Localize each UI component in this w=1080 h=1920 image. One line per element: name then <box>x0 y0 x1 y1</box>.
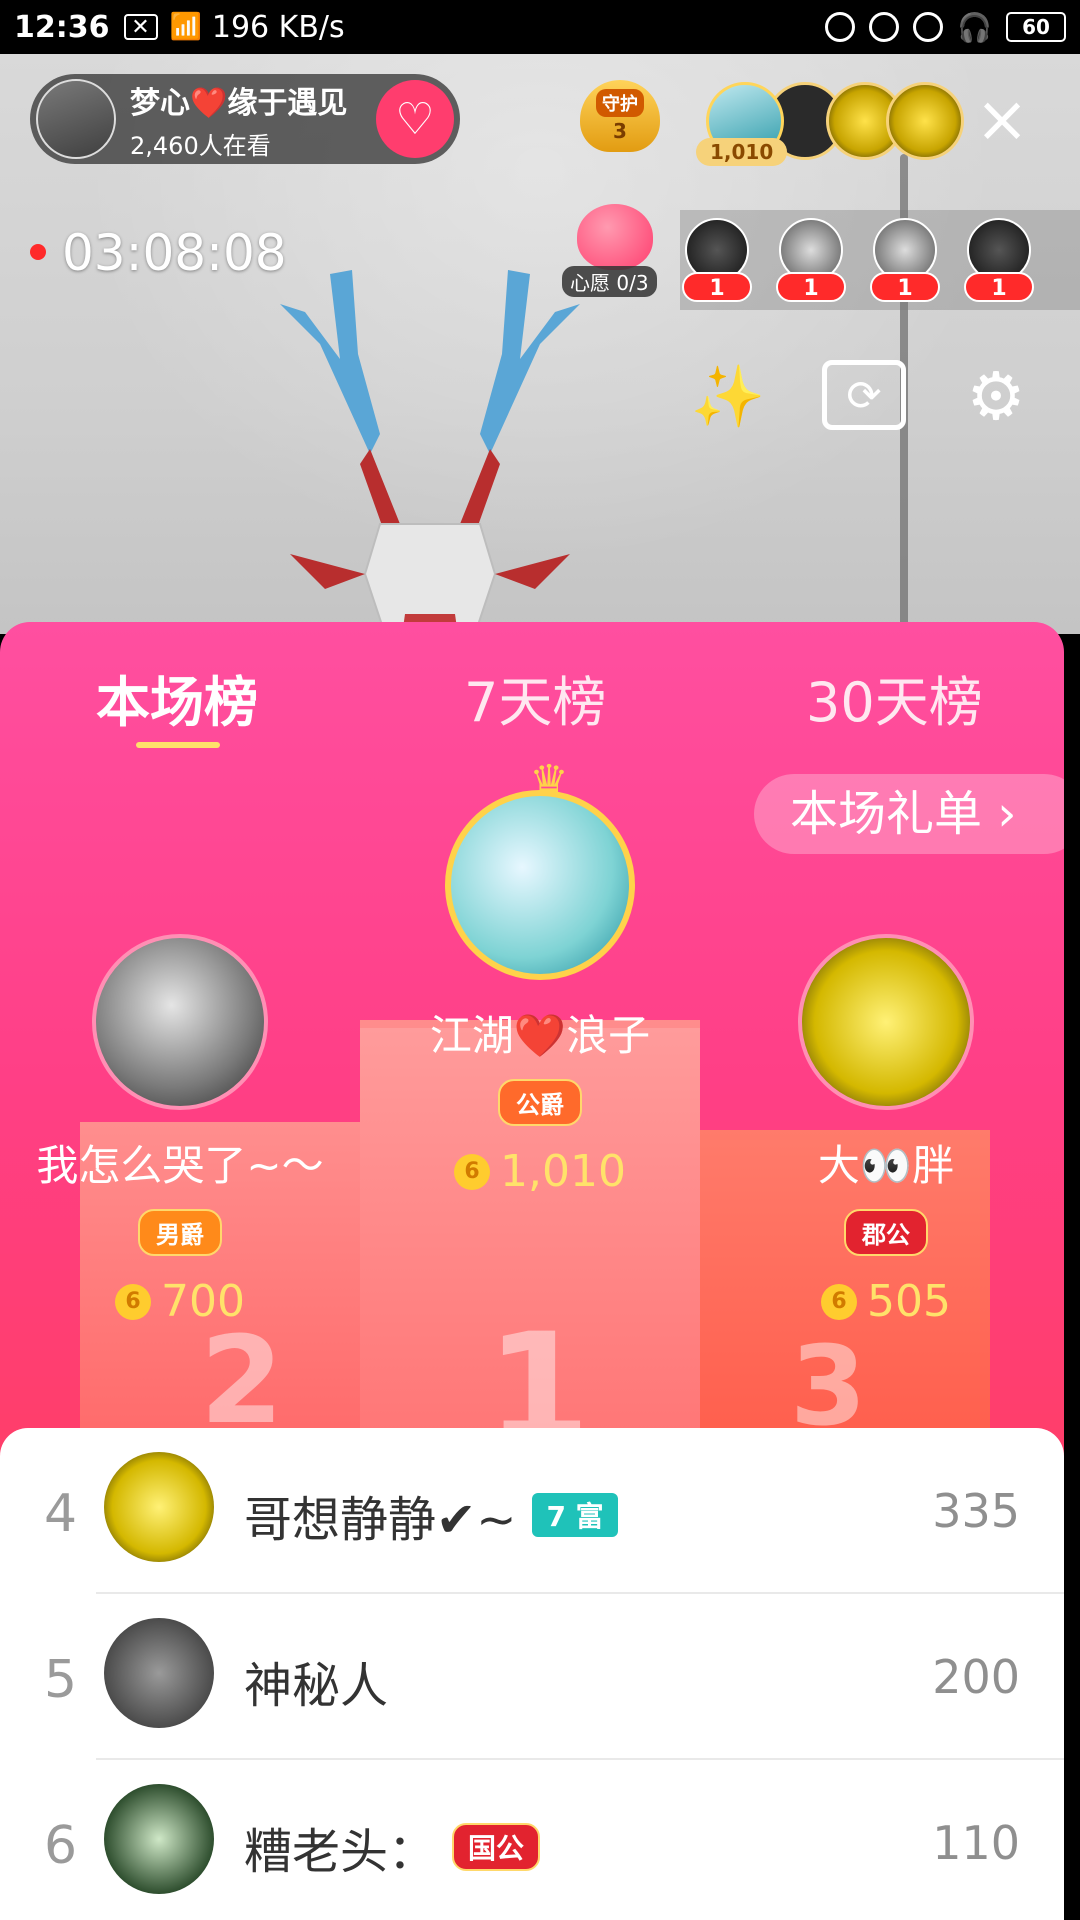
list-name: 神秘人 <box>244 1658 389 1714</box>
winner-second-name: 我怎么哭了~〜 <box>36 1141 324 1190</box>
crown-icon: ♛ <box>529 756 569 807</box>
list-avatar[interactable] <box>104 1784 214 1894</box>
tab-this-session[interactable]: 本场榜 <box>96 658 258 737</box>
viewer-1-count: 1,010 <box>696 138 788 166</box>
list-item[interactable]: 4 哥想静静✔~ 7 富 335 <box>0 1428 1064 1594</box>
deer-sculpture-image <box>280 270 580 634</box>
mute-bell-icon <box>825 12 856 42</box>
top-viewer-avatars[interactable]: 1,010 <box>696 82 964 166</box>
winner-first-name: 江湖❤️浪子 <box>429 1011 651 1060</box>
list-name-wrap: 糟老头： 国公 <box>244 1812 541 1882</box>
active-tab-underline <box>136 742 220 748</box>
list-score: 335 <box>932 1484 1020 1538</box>
winner-second[interactable]: 我怎么哭了~〜 男爵 6 700 <box>10 934 350 1327</box>
host-info-pill[interactable]: 梦心❤️缘于遇见 2,460人在看 ♡ <box>30 74 460 164</box>
host-viewer-count: 2,460人在看 <box>130 131 271 160</box>
network-speed: 196 KB/s <box>211 9 345 45</box>
list-rank: 4 <box>44 1484 78 1544</box>
guest-count: 1 <box>682 272 752 302</box>
winner-third-coin-value: 505 <box>867 1276 951 1327</box>
guest-strip: 1 1 1 1 <box>680 210 1080 310</box>
gift-list-button[interactable]: 本场礼单 › <box>754 774 1064 854</box>
winner-second-avatar[interactable] <box>92 934 268 1110</box>
list-name-wrap: 哥想静静✔~ 7 富 <box>244 1480 618 1550</box>
lock-rotation-icon <box>869 12 900 42</box>
list-rank: 5 <box>44 1650 78 1710</box>
winner-first-badge: 公爵 <box>498 1079 582 1126</box>
winner-first-coin-value: 1,010 <box>500 1146 626 1197</box>
coin-icon: 6 <box>821 1283 857 1320</box>
close-icon[interactable]: × <box>972 88 1032 152</box>
guard-shield-icon: 守护 3 <box>580 80 660 152</box>
winner-third-avatar[interactable] <box>798 934 974 1110</box>
winner-third-name: 大👀胖 <box>817 1141 955 1190</box>
list-score: 200 <box>932 1650 1020 1704</box>
list-rank: 6 <box>44 1816 78 1876</box>
host-info: 梦心❤️缘于遇见 2,460人在看 <box>130 78 347 161</box>
winner-third-coins: 6 505 <box>736 1276 1036 1327</box>
list-avatar[interactable] <box>104 1618 214 1728</box>
camera-preview: 梦心❤️缘于遇见 2,460人在看 ♡ 守护 3 1,010 × 03:08:0… <box>0 54 1080 634</box>
list-score: 110 <box>932 1816 1020 1870</box>
status-bar: 12:36 ✕ 📶 196 KB/s 🎧 60 <box>0 0 1080 54</box>
list-name: 哥想静静✔~ <box>244 1492 517 1548</box>
wish-label: 心愿 0/3 <box>562 266 657 297</box>
guest-4[interactable]: 1 <box>964 218 1034 302</box>
guard-badge[interactable]: 守护 3 <box>572 80 668 166</box>
beauty-magic-wand-icon[interactable]: ✨ <box>688 356 768 436</box>
coin-icon: 6 <box>454 1153 491 1190</box>
headphones-icon: 🎧 <box>957 10 992 44</box>
guest-count: 1 <box>870 272 940 302</box>
follow-heart-button[interactable]: ♡ <box>376 80 454 158</box>
alarm-icon <box>913 12 944 42</box>
winner-first[interactable]: ♛ 江湖❤️浪子 公爵 6 1,010 <box>390 760 690 1198</box>
guest-2[interactable]: 1 <box>776 218 846 302</box>
ranking-list: 4 哥想静静✔~ 7 富 335 5 神秘人 200 6 糟老头： 国公 110 <box>0 1428 1064 1920</box>
live-dot-icon <box>30 244 46 260</box>
list-item[interactable]: 5 神秘人 200 <box>0 1594 1064 1760</box>
winner-third[interactable]: 大👀胖 郡公 6 505 <box>736 934 1036 1327</box>
list-name: 糟老头： <box>244 1824 437 1880</box>
tab-30-days[interactable]: 30天榜 <box>806 658 983 737</box>
host-avatar[interactable] <box>36 79 116 159</box>
coin-icon: 6 <box>115 1283 151 1320</box>
host-name: 梦心❤️缘于遇见 <box>130 85 348 121</box>
guard-count: 3 <box>613 119 627 143</box>
rich-level-badge: 7 富 <box>532 1493 618 1537</box>
settings-gear-icon[interactable]: ⚙ <box>956 356 1036 436</box>
tab-7-days[interactable]: 7天榜 <box>464 658 606 737</box>
winner-first-avatar[interactable] <box>445 790 635 980</box>
ranking-tabs: 本场榜 7天榜 30天榜 <box>0 642 1064 752</box>
guest-3[interactable]: 1 <box>870 218 940 302</box>
winner-second-coin-value: 700 <box>161 1276 245 1327</box>
status-time: 12:36 <box>14 9 110 45</box>
winner-third-badge: 郡公 <box>844 1209 928 1256</box>
flip-camera-icon[interactable]: ⟳ <box>822 360 906 430</box>
guard-label: 守护 <box>596 89 644 117</box>
list-name-wrap: 神秘人 <box>244 1646 388 1716</box>
live-elapsed-time: 03:08:08 <box>62 224 287 282</box>
wish-heart-icon <box>577 204 653 270</box>
winner-first-coins: 6 1,010 <box>390 1146 690 1197</box>
guest-count: 1 <box>964 272 1034 302</box>
list-item[interactable]: 6 糟老头： 国公 110 <box>0 1760 1064 1920</box>
list-avatar[interactable] <box>104 1452 214 1562</box>
viewer-avatar-4[interactable] <box>886 82 964 160</box>
battery-icon: 60 <box>1006 12 1066 42</box>
wish-widget[interactable]: 心愿 0/3 <box>562 204 664 297</box>
winner-second-coins: 6 700 <box>10 1276 350 1327</box>
guest-count: 1 <box>776 272 846 302</box>
guest-1[interactable]: 1 <box>682 218 752 302</box>
winner-second-badge: 男爵 <box>138 1209 222 1256</box>
wifi-icon: 📶 <box>169 12 202 42</box>
notification-x-icon: ✕ <box>123 14 158 40</box>
noble-rank-badge: 国公 <box>452 1823 541 1871</box>
